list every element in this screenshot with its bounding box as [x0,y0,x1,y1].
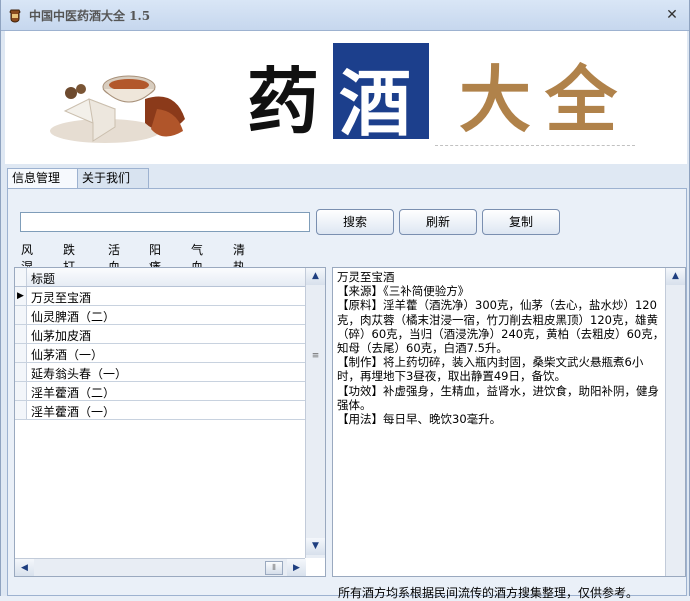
close-button[interactable]: ✕ [661,5,683,25]
window-title: 中国中医药酒大全 1.5 [29,9,151,23]
list-row[interactable]: 仙茅加皮酒 [15,325,305,344]
row-gutter: ▶ [15,287,27,305]
banner-decoration-line [435,145,635,156]
chevron-right-icon[interactable]: ▶ [287,559,306,576]
list-row-title: 延寿翁头春（一） [31,367,128,381]
list-vertical-scrollbar[interactable]: ▲ ≡ ▼ [305,268,325,558]
wine-jar-icon [9,9,21,23]
recipe-detail-text: 万灵至宝酒 【来源】《三补简便验方》 【原料】淫羊藿（酒洗净）300克，仙茅（去… [337,270,665,427]
list-row[interactable]: 仙灵脾酒（二） [15,306,305,325]
list-row[interactable]: 淫羊藿酒（一） [15,401,305,420]
chevron-up-icon[interactable]: ▲ [306,268,325,285]
search-input[interactable] [20,212,310,232]
scroll-thumb[interactable]: ⦀ [265,561,283,575]
footer-disclaimer: 所有酒方均系根据民间流传的酒方搜集整理，仅供参考。 [338,586,639,600]
list-horizontal-scrollbar[interactable]: ◀ ⦀ ▶ [15,558,306,576]
header-gutter [15,268,27,286]
banner: 药 酒 大 全 [5,31,687,164]
app-window: 中国中医药酒大全 1.5 ✕ 药 酒 大 全 信息管理 关于我们 搜索 刷新 复… [0,0,690,600]
banner-char-2: 酒 [339,61,412,146]
title-bar[interactable]: 中国中医药酒大全 1.5 ✕ [1,0,689,31]
chevron-left-icon[interactable]: ◀ [15,559,34,576]
search-button[interactable]: 搜索 [316,209,394,235]
banner-char-4: 全 [545,57,618,142]
row-gutter [15,382,27,400]
list-row[interactable]: ▶ 万灵至宝酒 [15,287,305,306]
list-row-title: 仙茅酒（一） [31,348,104,362]
info-panel: 搜索 刷新 复制 风湿 跌打 活血 阳痿 气血 清热 标题 ▶ 万灵至宝酒 仙灵… [7,188,687,600]
list-row-title: 淫羊藿酒（一） [31,405,116,419]
row-gutter [15,363,27,381]
list-row[interactable]: 延寿翁头春（一） [15,363,305,382]
copy-button[interactable]: 复制 [482,209,560,235]
banner-char-3: 大 [459,57,532,142]
list-row-title: 万灵至宝酒 [31,291,92,305]
chevron-up-icon[interactable]: ▲ [666,268,685,285]
detail-vertical-scrollbar[interactable]: ▲ [665,268,685,576]
tab-about-us[interactable]: 关于我们 [77,168,149,188]
tea-still-life-image [50,75,185,143]
refresh-button[interactable]: 刷新 [399,209,477,235]
list-row[interactable]: 仙茅酒（一） [15,344,305,363]
row-selector-icon: ▶ [17,291,24,301]
list-row-title: 仙茅加皮酒 [31,329,92,343]
list-row[interactable]: 淫羊藿酒（二） [15,382,305,401]
row-gutter [15,401,27,419]
scroll-grip-icon[interactable]: ≡ [306,352,325,361]
recipe-detail[interactable]: 万灵至宝酒 【来源】《三补简便验方》 【原料】淫羊藿（酒洗净）300克，仙茅（去… [332,267,686,577]
list-row-title: 淫羊藿酒（二） [31,386,116,400]
list-row-title: 仙灵脾酒（二） [31,310,116,324]
column-header-title: 标题 [31,272,56,286]
tab-info-management[interactable]: 信息管理 [7,168,79,189]
recipe-list: 标题 ▶ 万灵至宝酒 仙灵脾酒（二） 仙茅加皮酒 仙茅酒（一） 延寿翁头春（一） [14,267,326,577]
chevron-down-icon[interactable]: ▼ [306,538,325,555]
list-header[interactable]: 标题 [15,268,305,287]
row-gutter [15,306,27,324]
row-gutter [15,344,27,362]
banner-char-1: 药 [247,59,320,144]
row-gutter [15,325,27,343]
